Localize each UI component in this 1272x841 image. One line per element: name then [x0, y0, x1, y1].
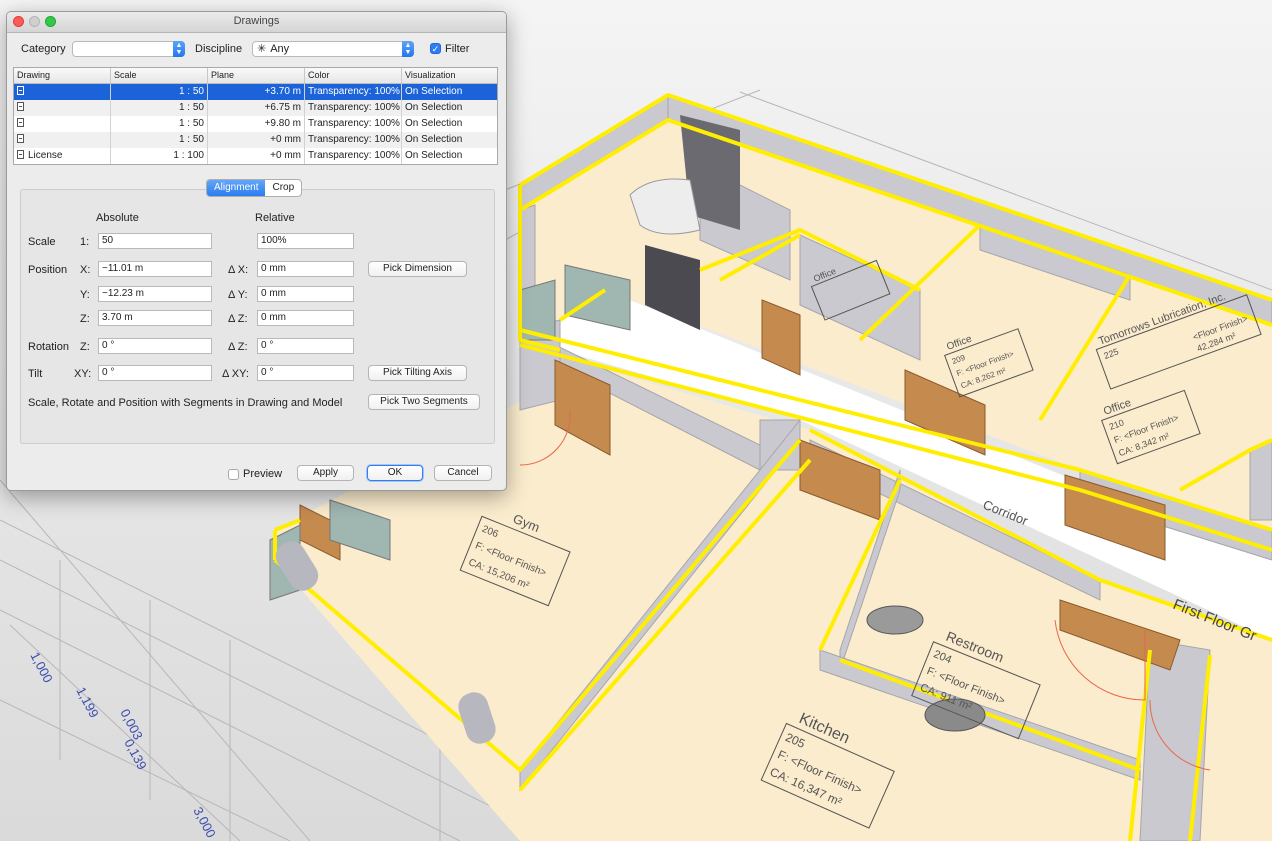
ok-button[interactable]: OK [367, 465, 423, 481]
tab-bar: Alignment Crop [206, 179, 303, 197]
visualization-cell: On Selection [405, 86, 463, 97]
plane-cell: +6.75 m [208, 100, 305, 116]
table-row[interactable]: 1 : 50 +9.80 m Transparency: 100% On Sel… [14, 116, 497, 132]
scale-cell: 1 : 50 [111, 132, 208, 148]
scale-prefix: 1: [80, 236, 90, 248]
table-header: Drawing Scale Plane Color Visualization [14, 68, 497, 84]
plane-cell: +3.70 m [208, 84, 305, 100]
drawings-dialog: Drawings Category ▲ ▼ Discipline ✳ Any ▲ ▼ … [6, 11, 507, 491]
color-cell: Transparency: 100% [305, 100, 402, 116]
delta-x-label: Δ X: [228, 264, 249, 276]
discipline-value: Any [270, 43, 290, 55]
visualization-cell: On Selection [405, 118, 463, 129]
tilt-xy-field[interactable]: 0 ° [98, 365, 212, 381]
pick-two-segments-button[interactable]: Pick Two Segments [368, 394, 480, 410]
chevron-updown-icon: ▲ ▼ [402, 41, 414, 57]
scale-relative-field[interactable]: 100% [257, 233, 354, 249]
table-row[interactable]: 1 : 50 +6.75 m Transparency: 100% On Sel… [14, 100, 497, 116]
position-x-field[interactable]: −11.01 m [98, 261, 212, 277]
table-row[interactable]: License 1 : 100 +0 mm Transparency: 100%… [14, 148, 497, 164]
tilt-xy-label: XY: [74, 368, 92, 380]
filter-checkbox[interactable]: ✓ [430, 43, 441, 54]
category-label: Category [21, 43, 66, 55]
pick-tilting-axis-button[interactable]: Pick Tilting Axis [368, 365, 467, 381]
scale-cell: 1 : 100 [111, 148, 208, 164]
column-header-scale[interactable]: Scale [111, 68, 208, 83]
column-header-color[interactable]: Color [305, 68, 402, 83]
plane-cell: +9.80 m [208, 116, 305, 132]
relative-header: Relative [255, 212, 295, 224]
table-row[interactable]: 1 : 50 +0 mm Transparency: 100% On Selec… [14, 132, 497, 148]
discipline-select[interactable]: ✳ Any ▲ ▼ [252, 41, 414, 57]
scale-absolute-field[interactable]: 50 [98, 233, 212, 249]
position-z-label: Z: [80, 313, 90, 325]
scale-cell: 1 : 50 [111, 84, 208, 100]
column-header-plane[interactable]: Plane [208, 68, 305, 83]
segments-label: Scale, Rotate and Position with Segments… [28, 397, 343, 409]
table-row[interactable]: 1 : 50 +3.70 m Transparency: 100% On Sel… [14, 84, 497, 100]
visualization-cell: On Selection [405, 102, 463, 113]
delta-y-label: Δ Y: [228, 289, 248, 301]
position-label: Position [28, 264, 68, 276]
document-icon [17, 134, 24, 143]
scale-label: Scale [28, 236, 56, 248]
position-y-label: Y: [80, 289, 90, 301]
absolute-header: Absolute [96, 212, 139, 224]
chevron-updown-icon: ▲ ▼ [173, 41, 185, 57]
window-title: Drawings [233, 15, 280, 27]
scale-cell: 1 : 50 [111, 116, 208, 132]
cancel-button[interactable]: Cancel [434, 465, 492, 481]
position-x-label: X: [80, 264, 91, 276]
rotation-delta-z-label: Δ Z: [228, 341, 248, 353]
filter-label: Filter [445, 43, 470, 55]
category-select[interactable]: ▲ ▼ [72, 41, 185, 57]
drawings-table[interactable]: Drawing Scale Plane Color Visualization … [13, 67, 498, 165]
tilt-delta-xy-field[interactable]: 0 ° [257, 365, 354, 381]
delta-y-field[interactable]: 0 mm [257, 286, 354, 302]
discipline-label: Discipline [195, 43, 243, 55]
delta-z-field[interactable]: 0 mm [257, 310, 354, 326]
color-cell: Transparency: 100% [305, 116, 402, 132]
position-z-field[interactable]: 3.70 m [98, 310, 212, 326]
document-icon [17, 86, 24, 95]
rotation-label: Rotation [28, 341, 69, 353]
document-icon [17, 150, 24, 159]
delta-z-label: Δ Z: [228, 313, 248, 325]
tilt-label: Tilt [28, 368, 43, 380]
title-bar[interactable]: Drawings [7, 12, 506, 33]
tab-crop[interactable]: Crop [265, 180, 301, 196]
preview-checkbox[interactable] [228, 469, 239, 480]
preview-label: Preview [243, 468, 283, 480]
visualization-cell: On Selection [405, 150, 463, 161]
document-icon [17, 102, 24, 111]
drawing-name: License [28, 150, 63, 161]
column-header-drawing[interactable]: Drawing [14, 68, 111, 83]
rotation-z-field[interactable]: 0 ° [98, 338, 212, 354]
visualization-cell: On Selection [405, 134, 463, 145]
tilt-delta-xy-label: Δ XY: [222, 368, 249, 380]
rotation-delta-z-field[interactable]: 0 ° [257, 338, 354, 354]
plane-cell: +0 mm [208, 132, 305, 148]
color-cell: Transparency: 100% [305, 148, 402, 164]
column-header-visualization[interactable]: Visualization [402, 68, 497, 83]
document-icon [17, 118, 24, 127]
pick-dimension-button[interactable]: Pick Dimension [368, 261, 467, 277]
asterisk-icon: ✳ [257, 43, 267, 55]
rotation-z-label: Z: [80, 341, 90, 353]
color-cell: Transparency: 100% [305, 132, 402, 148]
apply-button[interactable]: Apply [297, 465, 354, 481]
plane-cell: +0 mm [208, 148, 305, 164]
tab-alignment[interactable]: Alignment [207, 180, 266, 196]
scale-cell: 1 : 50 [111, 100, 208, 116]
color-cell: Transparency: 100% [305, 84, 402, 100]
position-y-field[interactable]: −12.23 m [98, 286, 212, 302]
delta-x-field[interactable]: 0 mm [257, 261, 354, 277]
